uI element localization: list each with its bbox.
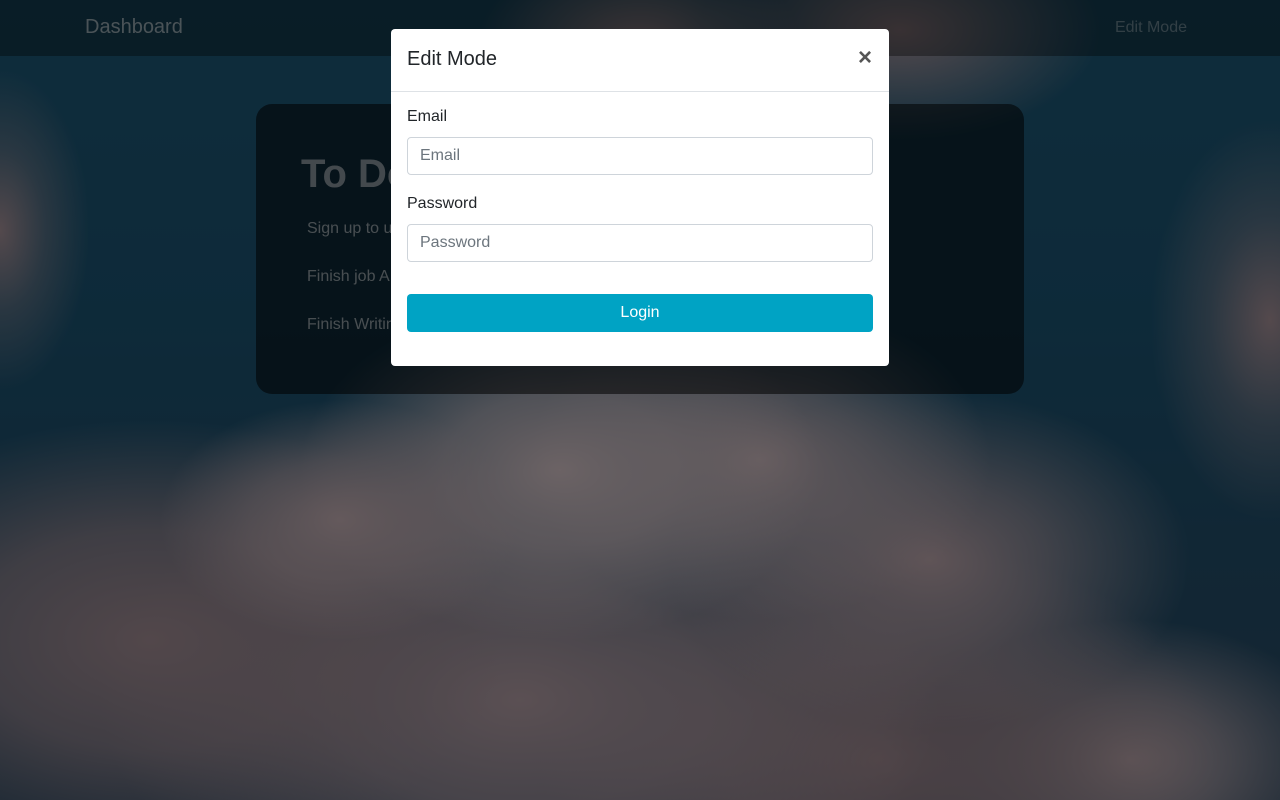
email-field[interactable] <box>407 137 873 175</box>
email-label: Email <box>407 108 448 125</box>
login-button[interactable]: Login <box>407 294 873 332</box>
modal-header: Edit Mode × <box>391 29 889 92</box>
login-form: Email Password Login <box>391 92 889 348</box>
modal-title: Edit Mode <box>407 48 498 70</box>
password-field[interactable] <box>407 224 873 262</box>
close-icon[interactable]: × <box>853 43 877 73</box>
edit-mode-modal: Edit Mode × Email Password Login <box>391 29 889 366</box>
password-label: Password <box>407 195 478 212</box>
